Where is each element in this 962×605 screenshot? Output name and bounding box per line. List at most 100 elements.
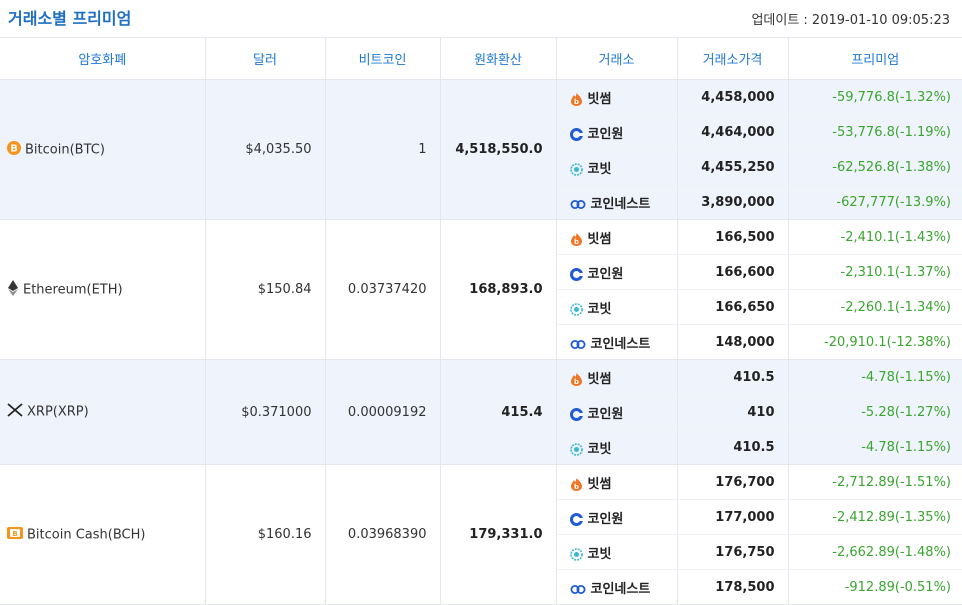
coin-name-cell[interactable]: XRP(XRP) — [0, 359, 206, 465]
exchange-cell[interactable]: 코인원 — [556, 254, 678, 290]
premium-value: -2,662.89(-1.48%) — [788, 534, 962, 570]
exchange-price: 148,000 — [677, 324, 789, 360]
exchange-cell[interactable]: 코인네스트 — [556, 324, 678, 360]
coin-name: Ethereum(ETH) — [23, 282, 123, 297]
coin-btc-price: 0.03737420 — [325, 219, 441, 360]
exchange-cell[interactable]: 코빗 — [556, 149, 678, 185]
coin-name: Bitcoin(BTC) — [25, 142, 105, 157]
column-header-btc[interactable]: 비트코인 — [325, 38, 441, 80]
exchange-cell[interactable]: 코인원 — [556, 114, 678, 150]
column-header-premium[interactable]: 프리미엄 — [788, 38, 962, 80]
premium-value: -2,260.1(-1.34%) — [788, 289, 962, 325]
coin-dollar-price: $160.16 — [205, 464, 326, 605]
coin-group: Ethereum(ETH) $150.84 0.03737420 168,893.0 b… — [0, 219, 962, 360]
coin-krw-price: 168,893.0 — [440, 219, 557, 360]
korbit-icon — [569, 442, 588, 457]
exchange-name: 코인원 — [587, 266, 624, 282]
bithumb-icon: b — [570, 232, 588, 247]
exchange-cell[interactable]: 코인원 — [556, 394, 678, 430]
exchange-cell[interactable]: 코빗 — [556, 429, 678, 465]
column-header-krw[interactable]: 원화환산 — [440, 38, 557, 80]
exchange-name: 코빗 — [587, 301, 612, 317]
coinone-icon — [569, 407, 588, 422]
page-title: 거래소별 프리미엄 — [8, 9, 132, 28]
korbit-icon — [569, 162, 588, 177]
coin-krw-price: 415.4 — [440, 359, 557, 465]
exchange-price: 166,650 — [677, 289, 789, 325]
column-header-dollar[interactable]: 달러 — [205, 38, 326, 80]
premium-value: -53,776.8(-1.19%) — [788, 114, 962, 150]
table-row[interactable]: B Bitcoin(BTC) $4,035.50 1 4,518,550.0 b 빗썸 4,4… — [0, 79, 962, 220]
exchange-cell[interactable]: 코빗 — [556, 534, 678, 570]
coin-krw-price: 179,331.0 — [440, 464, 557, 605]
svg-text:b: b — [573, 238, 578, 246]
coin-name-cell[interactable]: Ethereum(ETH) — [0, 219, 206, 360]
exchange-name: 코빗 — [587, 546, 612, 562]
premium-value: -912.89(-0.51%) — [788, 569, 962, 605]
coinone-icon — [569, 267, 588, 282]
coin-group: B Bitcoin(BTC) $4,035.50 1 4,518,550.0 b 빗썸 4,4… — [0, 79, 962, 220]
exchange-name: 빗썸 — [587, 476, 612, 492]
coin-name: Bitcoin Cash(BCH) — [27, 527, 146, 542]
coin-group: B Bitcoin Cash(BCH) $160.16 0.03968390 179,3… — [0, 464, 962, 605]
svg-text:b: b — [573, 98, 578, 106]
exchange-price: 176,750 — [677, 534, 789, 570]
coinone-icon — [569, 512, 588, 527]
exchange-price: 410 — [677, 394, 789, 430]
exchange-cell[interactable]: 코인네스트 — [556, 569, 678, 605]
coinnest-icon — [570, 582, 591, 597]
premium-value: -2,712.89(-1.51%) — [788, 464, 962, 500]
exchange-cell[interactable]: 코빗 — [556, 289, 678, 325]
exchange-price: 3,890,000 — [677, 184, 789, 220]
bithumb-icon: b — [570, 372, 588, 387]
exchange-name: 코빗 — [587, 161, 612, 177]
svg-text:b: b — [573, 378, 578, 386]
exchange-cell[interactable]: 코인원 — [556, 499, 678, 535]
coinone-icon — [569, 127, 588, 142]
exchange-cell[interactable]: b 빗썸 — [556, 79, 678, 115]
coin-name-cell[interactable]: B Bitcoin Cash(BCH) — [0, 464, 206, 605]
bitcoin-cash-icon: B — [7, 526, 23, 543]
exchange-name: 빗썸 — [587, 231, 612, 247]
bithumb-icon: b — [570, 477, 588, 492]
premium-value: -2,412.89(-1.35%) — [788, 499, 962, 535]
coin-btc-price: 0.03968390 — [325, 464, 441, 605]
exchange-price: 166,500 — [677, 219, 789, 255]
exchange-price: 177,000 — [677, 499, 789, 535]
exchange-cell[interactable]: 코인네스트 — [556, 184, 678, 220]
premium-value: -5.28(-1.27%) — [788, 394, 962, 430]
exchange-cell[interactable]: b 빗썸 — [556, 464, 678, 500]
column-header-price[interactable]: 거래소가격 — [677, 38, 789, 80]
ethereum-icon — [7, 279, 19, 300]
coin-dollar-price: $150.84 — [205, 219, 326, 360]
coinnest-icon — [570, 337, 591, 352]
exchange-cell[interactable]: b 빗썸 — [556, 219, 678, 255]
exchange-price: 410.5 — [677, 359, 789, 395]
table-row[interactable]: XRP(XRP) $0.371000 0.00009192 415.4 b 빗썸 410.5… — [0, 359, 962, 465]
coinnest-icon — [570, 197, 591, 212]
premium-value: -4.78(-1.15%) — [788, 429, 962, 465]
premium-value: -2,410.1(-1.43%) — [788, 219, 962, 255]
table-row[interactable]: Ethereum(ETH) $150.84 0.03737420 168,893.0 b… — [0, 219, 962, 360]
coin-name-cell[interactable]: B Bitcoin(BTC) — [0, 79, 206, 220]
exchange-price: 178,500 — [677, 569, 789, 605]
column-header-coin[interactable]: 암호화폐 — [0, 38, 206, 80]
column-header-exchange[interactable]: 거래소 — [556, 38, 678, 80]
exchange-name: 빗썸 — [587, 91, 612, 107]
exchange-name: 코인원 — [587, 511, 624, 527]
exchange-cell[interactable]: b 빗썸 — [556, 359, 678, 395]
coin-dollar-price: $0.371000 — [205, 359, 326, 465]
premium-value: -627,777(-13.9%) — [788, 184, 962, 220]
coin-dollar-price: $4,035.50 — [205, 79, 326, 220]
exchange-price: 410.5 — [677, 429, 789, 465]
coin-btc-price: 0.00009192 — [325, 359, 441, 465]
premium-value: -59,776.8(-1.32%) — [788, 79, 962, 115]
premium-value: -4.78(-1.15%) — [788, 359, 962, 395]
exchange-name: 코인원 — [587, 126, 624, 142]
premium-table: 암호화폐 달러 비트코인 원화환산 거래소 거래소가격 프리미엄 B Bitcoi… — [0, 38, 962, 605]
table-row[interactable]: B Bitcoin Cash(BCH) $160.16 0.03968390 179,3… — [0, 464, 962, 605]
exchange-price: 4,455,250 — [677, 149, 789, 185]
exchange-name: 코인원 — [587, 406, 624, 422]
exchange-name: 빗썸 — [587, 371, 612, 387]
coin-name: XRP(XRP) — [27, 404, 89, 420]
